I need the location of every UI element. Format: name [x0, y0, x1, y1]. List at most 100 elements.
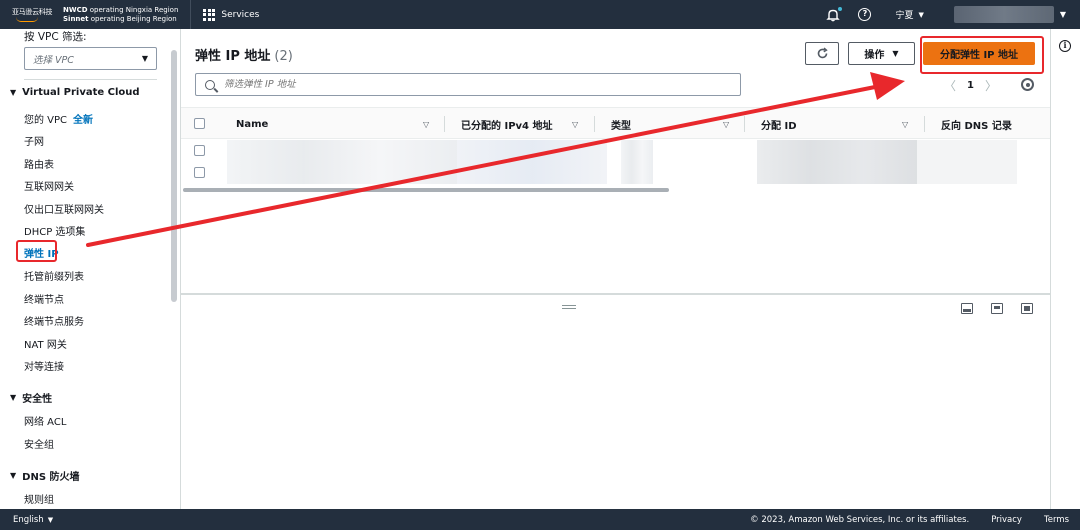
- language-selector[interactable]: English ▼: [13, 515, 53, 525]
- operator-1-text: operating Ningxia Region: [87, 5, 179, 14]
- section-vpc[interactable]: ▼ Virtual Private Cloud: [10, 87, 140, 98]
- caret-down-icon: ▼: [141, 54, 148, 63]
- item-count: (2): [274, 49, 293, 64]
- refresh-button[interactable]: [805, 42, 839, 65]
- table-header: Name ▽ 已分配的 IPv4 地址 ▽ 类型 ▽ 分配 ID ▽ 反向 DN…: [181, 107, 1050, 139]
- section-title: Virtual Private Cloud: [22, 87, 140, 98]
- select-all-checkbox[interactable]: [194, 118, 205, 129]
- caret-down-icon: ▼: [892, 49, 899, 58]
- sidebar-item-network-acl[interactable]: 网络 ACL: [24, 413, 66, 428]
- services-label: Services: [221, 9, 260, 20]
- region-selector[interactable]: 宁夏 ▼: [895, 8, 923, 22]
- column-divider[interactable]: [594, 116, 595, 132]
- caret-down-icon: ▼: [10, 393, 17, 402]
- sort-icon[interactable]: ▽: [423, 108, 429, 140]
- operator-2-name: Sinnet: [63, 14, 89, 23]
- sidebar-item-endpoint-services[interactable]: 终端节点服务: [24, 313, 84, 328]
- privacy-link[interactable]: Privacy: [991, 515, 1022, 525]
- layout-side-icon[interactable]: [991, 303, 1003, 314]
- row-checkbox[interactable]: [194, 167, 205, 178]
- next-page-icon[interactable]: 〉: [984, 77, 998, 94]
- new-badge: 全新: [73, 115, 94, 126]
- sidebar-item-route-tables[interactable]: 路由表: [24, 156, 54, 171]
- blurred-ipv4-cell: [457, 140, 607, 184]
- terms-link[interactable]: Terms: [1044, 515, 1069, 525]
- sidebar-item-subnets[interactable]: 子网: [24, 133, 44, 148]
- sidebar-item-nat-gateways[interactable]: NAT 网关: [24, 336, 67, 351]
- sidebar-item-dhcp-options[interactable]: DHCP 选项集: [24, 223, 85, 238]
- sidebar-item-rule-groups[interactable]: 规则组: [24, 491, 54, 506]
- column-label: 反向 DNS 记录: [941, 120, 1012, 132]
- account-menu-blurred[interactable]: [953, 6, 1054, 23]
- actions-button[interactable]: 操作 ▼: [848, 42, 915, 65]
- column-header-type[interactable]: 类型: [611, 108, 631, 140]
- nav-divider: [190, 0, 192, 29]
- grid-icon: [203, 8, 216, 21]
- column-header-name[interactable]: Name: [236, 108, 268, 140]
- region-operator-info: NWCD operating Ningxia Region Sinnet ope…: [63, 6, 178, 24]
- sidebar: 按 VPC 筛选: 选择 VPC ▼ ▼ Virtual Private Clo…: [0, 29, 171, 509]
- section-dns-firewall[interactable]: ▼ DNS 防火墙: [10, 468, 80, 483]
- services-menu-button[interactable]: Services: [203, 8, 260, 21]
- column-header-reverse-dns[interactable]: 反向 DNS 记录: [941, 108, 1012, 140]
- settings-icon[interactable]: [1021, 78, 1034, 91]
- row-checkbox[interactable]: [194, 145, 205, 156]
- blurred-name-cell: [227, 140, 457, 184]
- sidebar-scrollbar[interactable]: [171, 50, 177, 302]
- sort-icon[interactable]: ▽: [723, 108, 729, 140]
- column-divider[interactable]: [924, 116, 925, 132]
- caret-down-icon: ▼: [10, 88, 17, 97]
- region-label: 宁夏: [895, 11, 914, 21]
- help-icon[interactable]: ?: [858, 8, 872, 21]
- sidebar-item-endpoints[interactable]: 终端节点: [24, 291, 64, 306]
- footer: English ▼ © 2023, Amazon Web Services, I…: [0, 509, 1080, 530]
- annotation-highlight-box: [16, 240, 57, 262]
- vpc-filter-select[interactable]: 选择 VPC ▼: [24, 47, 157, 70]
- blurred-dns-cell: [917, 140, 1017, 184]
- notifications-button[interactable]: [826, 6, 843, 22]
- sidebar-item-egress-only-gateways[interactable]: 仅出口互联网网关: [24, 201, 104, 216]
- split-panel: [181, 295, 1050, 509]
- column-label: 已分配的 IPv4 地址: [461, 120, 553, 132]
- top-navigation: 亚马逊云科技 NWCD operating Ningxia Region Sin…: [0, 0, 1080, 29]
- sort-icon[interactable]: ▽: [572, 108, 578, 140]
- sidebar-item-peering[interactable]: 对等连接: [24, 358, 64, 373]
- blurred-type-cell: [621, 140, 653, 184]
- column-label: 类型: [611, 120, 631, 132]
- sidebar-item-internet-gateways[interactable]: 互联网网关: [24, 178, 74, 193]
- drag-handle-icon[interactable]: [562, 305, 576, 309]
- sort-icon[interactable]: ▽: [902, 108, 908, 140]
- page-title: 弹性 IP 地址 (2): [195, 45, 293, 64]
- sidebar-item-label: 您的 VPC: [24, 115, 68, 126]
- pagination: 〈 1 〉: [943, 77, 998, 94]
- horizontal-scrollbar[interactable]: [183, 188, 669, 192]
- search-box[interactable]: [195, 73, 741, 96]
- section-title: DNS 防火墙: [22, 472, 80, 483]
- refresh-icon: [817, 47, 828, 59]
- caret-down-icon[interactable]: ▼: [1060, 10, 1066, 19]
- prev-page-icon[interactable]: 〈: [943, 77, 957, 94]
- sidebar-item-your-vpcs[interactable]: 您的 VPC 全新: [24, 111, 93, 126]
- operator-1-name: NWCD: [63, 5, 88, 14]
- section-title: 安全性: [22, 394, 53, 405]
- column-header-allocation-id[interactable]: 分配 ID: [761, 108, 797, 140]
- current-page[interactable]: 1: [967, 80, 974, 91]
- layout-bottom-icon[interactable]: [961, 303, 973, 314]
- logo-smile-icon: [16, 17, 38, 22]
- search-icon: [205, 79, 215, 90]
- info-icon[interactable]: i: [1059, 40, 1071, 52]
- page-title-text: 弹性 IP 地址: [195, 49, 271, 64]
- sidebar-item-prefix-lists[interactable]: 托管前缀列表: [24, 268, 84, 283]
- column-label: 分配 ID: [761, 120, 797, 132]
- column-divider[interactable]: [444, 116, 445, 132]
- caret-down-icon: ▼: [47, 515, 54, 524]
- aws-logo[interactable]: 亚马逊云科技: [0, 0, 53, 29]
- sidebar-item-security-groups[interactable]: 安全组: [24, 436, 54, 451]
- section-security[interactable]: ▼ 安全性: [10, 390, 52, 405]
- actions-label: 操作: [864, 50, 885, 61]
- search-input[interactable]: [224, 79, 704, 90]
- copyright-text: © 2023, Amazon Web Services, Inc. or its…: [750, 514, 970, 525]
- column-divider[interactable]: [744, 116, 745, 132]
- column-header-ipv4[interactable]: 已分配的 IPv4 地址: [461, 108, 553, 140]
- layout-full-icon[interactable]: [1021, 303, 1033, 314]
